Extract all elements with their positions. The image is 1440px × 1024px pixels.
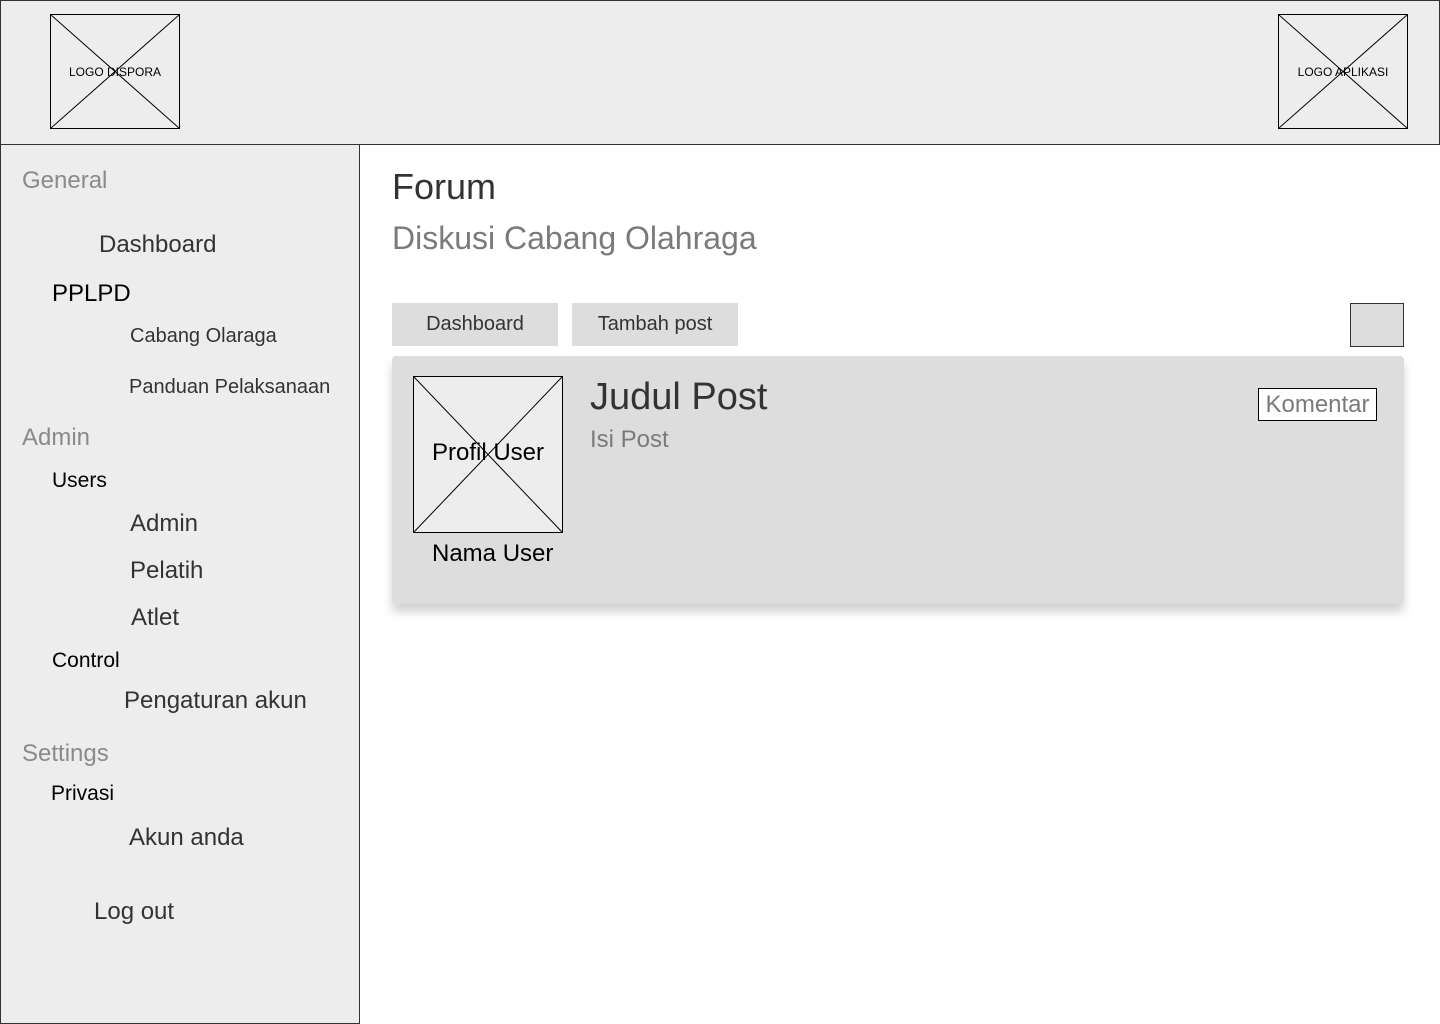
sidebar-item-pelatih[interactable]: Pelatih xyxy=(130,557,203,585)
sidebar-item-cabang-olaraga[interactable]: Cabang Olaraga xyxy=(130,325,277,348)
page-title: Forum xyxy=(392,166,497,207)
page-subtitle: Diskusi Cabang Olahraga xyxy=(392,220,757,256)
sidebar-item-pplpd[interactable]: PPLPD xyxy=(52,280,131,308)
post-title: Judul Post xyxy=(590,376,768,418)
sidebar-section-settings: Settings xyxy=(22,740,109,767)
dashboard-button[interactable]: Dashboard xyxy=(392,303,558,346)
app-logo: LOGO APLIKASI xyxy=(1278,14,1408,129)
sidebar-item-admin[interactable]: Admin xyxy=(130,510,198,538)
sidebar-item-pengaturan-akun[interactable]: Pengaturan akun xyxy=(124,687,307,715)
add-post-button[interactable]: Tambah post xyxy=(572,303,738,346)
sidebar-section-general: General xyxy=(22,167,108,194)
sidebar-section-admin: Admin xyxy=(22,424,91,451)
app-header: LOGO DISPORA LOGO APLIKASI xyxy=(0,0,1440,145)
logo-label: LOGO DISPORA xyxy=(68,64,162,79)
logo-label: LOGO APLIKASI xyxy=(1297,64,1389,79)
sidebar-item-atlet[interactable]: Atlet xyxy=(131,604,179,632)
sidebar: General Dashboard PPLPD Cabang Olaraga P… xyxy=(0,144,360,1024)
post-card: Profil User Nama User Judul Post Isi Pos… xyxy=(392,356,1404,604)
post-body: Isi Post xyxy=(590,426,669,453)
sidebar-item-panduan-pelaksanaan[interactable]: Panduan Pelaksanaan xyxy=(129,376,330,399)
comment-button[interactable]: Komentar xyxy=(1258,388,1377,421)
sidebar-item-akun-anda[interactable]: Akun anda xyxy=(129,824,244,852)
sidebar-item-control[interactable]: Control xyxy=(52,649,120,673)
dispora-logo: LOGO DISPORA xyxy=(50,14,180,129)
logout-link[interactable]: Log out xyxy=(94,898,174,926)
square-button[interactable] xyxy=(1350,303,1404,347)
user-avatar: Profil User xyxy=(413,376,563,533)
sidebar-item-privasi[interactable]: Privasi xyxy=(51,782,114,806)
sidebar-item-dashboard[interactable]: Dashboard xyxy=(99,231,216,259)
avatar-label: Profil User xyxy=(431,439,545,466)
user-name: Nama User xyxy=(432,540,554,567)
sidebar-item-users[interactable]: Users xyxy=(52,469,107,493)
